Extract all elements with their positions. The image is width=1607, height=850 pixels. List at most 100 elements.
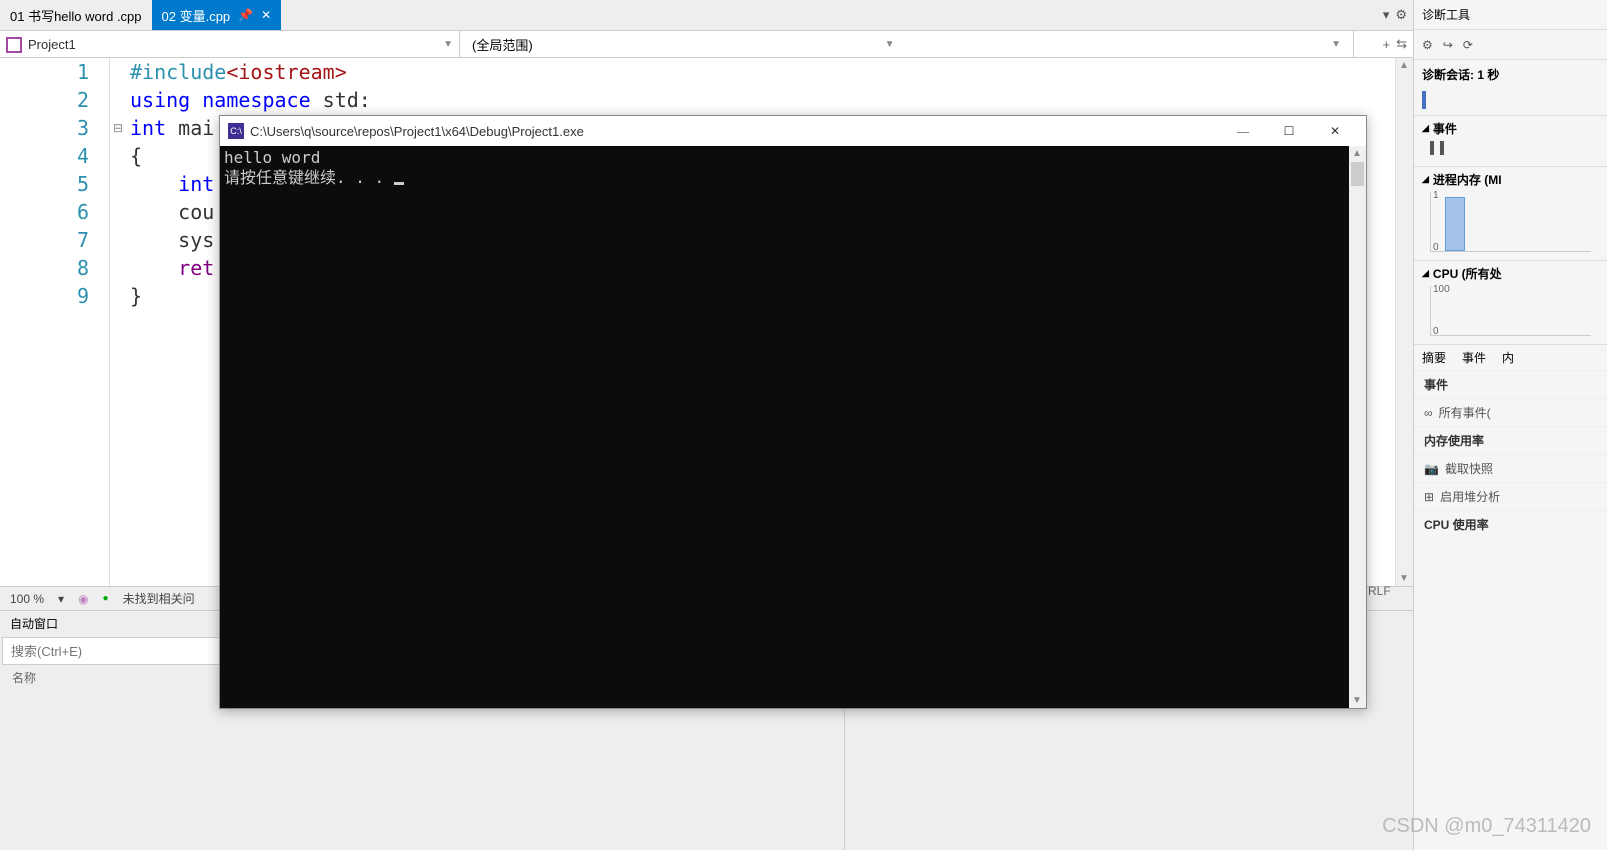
tab-label: 01 书写hello word .cpp bbox=[10, 6, 142, 25]
console-output: hello word 请按任意键继续. . . bbox=[220, 146, 1349, 708]
status-text: 未找到相关问 bbox=[123, 590, 195, 607]
chevron-down-icon: ▼ bbox=[885, 39, 895, 50]
mem-usage-header: 内存使用率 bbox=[1414, 426, 1607, 454]
line-num: 8 bbox=[0, 254, 89, 282]
tab-bar: 01 书写hello word .cpp 02 变量.cpp 📌 ✕ ▾ ⚙ bbox=[0, 0, 1413, 30]
dropdown-icon[interactable]: ▾ bbox=[58, 592, 64, 606]
split-icon[interactable]: ⇆ bbox=[1396, 36, 1407, 52]
memory-chart: 1 0 bbox=[1430, 192, 1591, 252]
code-token: { bbox=[130, 144, 142, 168]
heap-row[interactable]: ⊞启用堆分析 bbox=[1414, 482, 1607, 510]
diag-session: 诊断会话: 1 秒 bbox=[1414, 60, 1607, 89]
axis-label: 0 bbox=[1433, 242, 1439, 253]
tab-file-2[interactable]: 02 变量.cpp 📌 ✕ bbox=[152, 0, 282, 30]
chevron-down-icon: ▼ bbox=[1331, 39, 1341, 50]
line-ending: RLF bbox=[1368, 584, 1391, 598]
cpu-usage-header: CPU 使用率 bbox=[1414, 510, 1607, 538]
diag-toolbar: ⚙ ↪ ⟳ bbox=[1414, 30, 1607, 60]
code-token: #include bbox=[130, 60, 226, 84]
code-token: ret bbox=[130, 256, 214, 280]
watermark: CSDN @m0_74311420 bbox=[1382, 815, 1591, 838]
code-token: namespace bbox=[202, 88, 310, 112]
plus-icon[interactable]: + bbox=[1383, 37, 1391, 52]
line-num: 1 bbox=[0, 58, 89, 86]
tab-events[interactable]: 事件 bbox=[1454, 345, 1494, 370]
project-name: Project1 bbox=[28, 37, 443, 52]
gear-icon[interactable]: ⚙ bbox=[1422, 38, 1433, 52]
scope-global-text: (全局范围) bbox=[472, 35, 533, 54]
zoom-level[interactable]: 100 % bbox=[10, 592, 44, 606]
code-token: cou bbox=[130, 200, 214, 224]
chevron-down-icon: ▼ bbox=[443, 39, 453, 50]
tab-summary[interactable]: 摘要 bbox=[1414, 345, 1454, 370]
code-token: <iostream> bbox=[226, 60, 346, 84]
all-events-row[interactable]: ∞所有事件( bbox=[1414, 398, 1607, 426]
console-title-text: C:\Users\q\source\repos\Project1\x64\Deb… bbox=[250, 124, 1220, 139]
tab-file-1[interactable]: 01 书写hello word .cpp bbox=[0, 0, 152, 30]
cpu-chart: 100 0 bbox=[1430, 286, 1591, 336]
scope-project-dropdown[interactable]: Project1 ▼ bbox=[0, 31, 460, 57]
gear-icon[interactable]: ⚙ bbox=[1395, 7, 1407, 23]
code-token bbox=[190, 88, 202, 112]
scope-global-dropdown[interactable]: (全局范围) ▼ bbox=[460, 31, 907, 57]
diag-events-section: ◢事件 bbox=[1414, 115, 1607, 166]
line-gutter: 1 2 3 4 5 6 7 8 9 bbox=[0, 58, 110, 586]
section-title[interactable]: 事件 bbox=[1433, 120, 1457, 137]
section-title[interactable]: 进程内存 (MI bbox=[1433, 171, 1502, 188]
ok-icon: ● bbox=[103, 593, 109, 604]
fold-toggle[interactable]: ⊟ bbox=[110, 114, 126, 142]
code-token: using bbox=[130, 88, 190, 112]
code-token: int bbox=[130, 172, 214, 196]
diagnostic-panel: 诊断工具 ⚙ ↪ ⟳ 诊断会话: 1 秒 ◢事件 ◢进程内存 (MI 1 0 ◢… bbox=[1413, 0, 1607, 850]
session-chart bbox=[1422, 89, 1599, 109]
axis-label: 0 bbox=[1433, 326, 1439, 337]
code-token: mai bbox=[166, 116, 214, 140]
arrow-icon[interactable]: ↪ bbox=[1443, 38, 1453, 52]
events-header: 事件 bbox=[1414, 370, 1607, 398]
console-body[interactable]: hello word 请按任意键继续. . . bbox=[220, 146, 1366, 708]
scope-bar: Project1 ▼ (全局范围) ▼ ▼ + ⇆ bbox=[0, 30, 1413, 58]
scope-tools: + ⇆ bbox=[1353, 31, 1413, 57]
section-title[interactable]: CPU (所有处 bbox=[1433, 265, 1502, 282]
close-button[interactable]: ✕ bbox=[1312, 116, 1358, 146]
line-num: 5 bbox=[0, 170, 89, 198]
fold-column: ⊟ bbox=[110, 58, 126, 586]
diag-memory-section: ◢进程内存 (MI 1 0 bbox=[1414, 166, 1607, 260]
pause-icon[interactable] bbox=[1430, 141, 1444, 155]
code-token: std: bbox=[311, 88, 371, 112]
diag-tabs: 摘要 事件 内 bbox=[1414, 344, 1607, 370]
minimize-button[interactable]: — bbox=[1220, 116, 1266, 146]
line-num: 9 bbox=[0, 282, 89, 310]
line-num: 2 bbox=[0, 86, 89, 114]
line-num: 3 bbox=[0, 114, 89, 142]
code-token: int bbox=[130, 116, 166, 140]
line-num: 7 bbox=[0, 226, 89, 254]
tab-more[interactable]: 内 bbox=[1494, 345, 1522, 370]
tab-label: 02 变量.cpp bbox=[162, 6, 231, 25]
diag-cpu-section: ◢CPU (所有处 100 0 bbox=[1414, 260, 1607, 344]
close-icon[interactable]: ✕ bbox=[261, 8, 271, 22]
refresh-icon[interactable]: ⟳ bbox=[1463, 38, 1473, 52]
scope-member-dropdown[interactable]: ▼ bbox=[907, 31, 1354, 57]
tab-tools: ▾ ⚙ bbox=[1383, 7, 1413, 23]
code-token: } bbox=[130, 284, 142, 308]
code-token: sys bbox=[130, 228, 214, 252]
editor-scrollbar[interactable] bbox=[1395, 58, 1413, 586]
axis-label: 100 bbox=[1433, 284, 1450, 295]
console-icon: C:\ bbox=[228, 123, 244, 139]
console-titlebar[interactable]: C:\ C:\Users\q\source\repos\Project1\x64… bbox=[220, 116, 1366, 146]
axis-label: 1 bbox=[1433, 190, 1439, 201]
line-num: 4 bbox=[0, 142, 89, 170]
line-num: 6 bbox=[0, 198, 89, 226]
diag-title: 诊断工具 bbox=[1414, 0, 1607, 30]
maximize-button[interactable]: ☐ bbox=[1266, 116, 1312, 146]
dropdown-icon[interactable]: ▾ bbox=[1383, 7, 1390, 23]
project-icon bbox=[6, 37, 22, 51]
scrollbar-thumb[interactable] bbox=[1351, 162, 1364, 186]
console-window: C:\ C:\Users\q\source\repos\Project1\x64… bbox=[219, 115, 1367, 709]
snapshot-row[interactable]: 📷截取快照 bbox=[1414, 454, 1607, 482]
console-scrollbar[interactable] bbox=[1349, 146, 1366, 708]
pin-icon[interactable]: 📌 bbox=[238, 8, 253, 22]
lightbulb-icon[interactable]: ◉ bbox=[78, 592, 88, 606]
cursor bbox=[394, 182, 404, 185]
